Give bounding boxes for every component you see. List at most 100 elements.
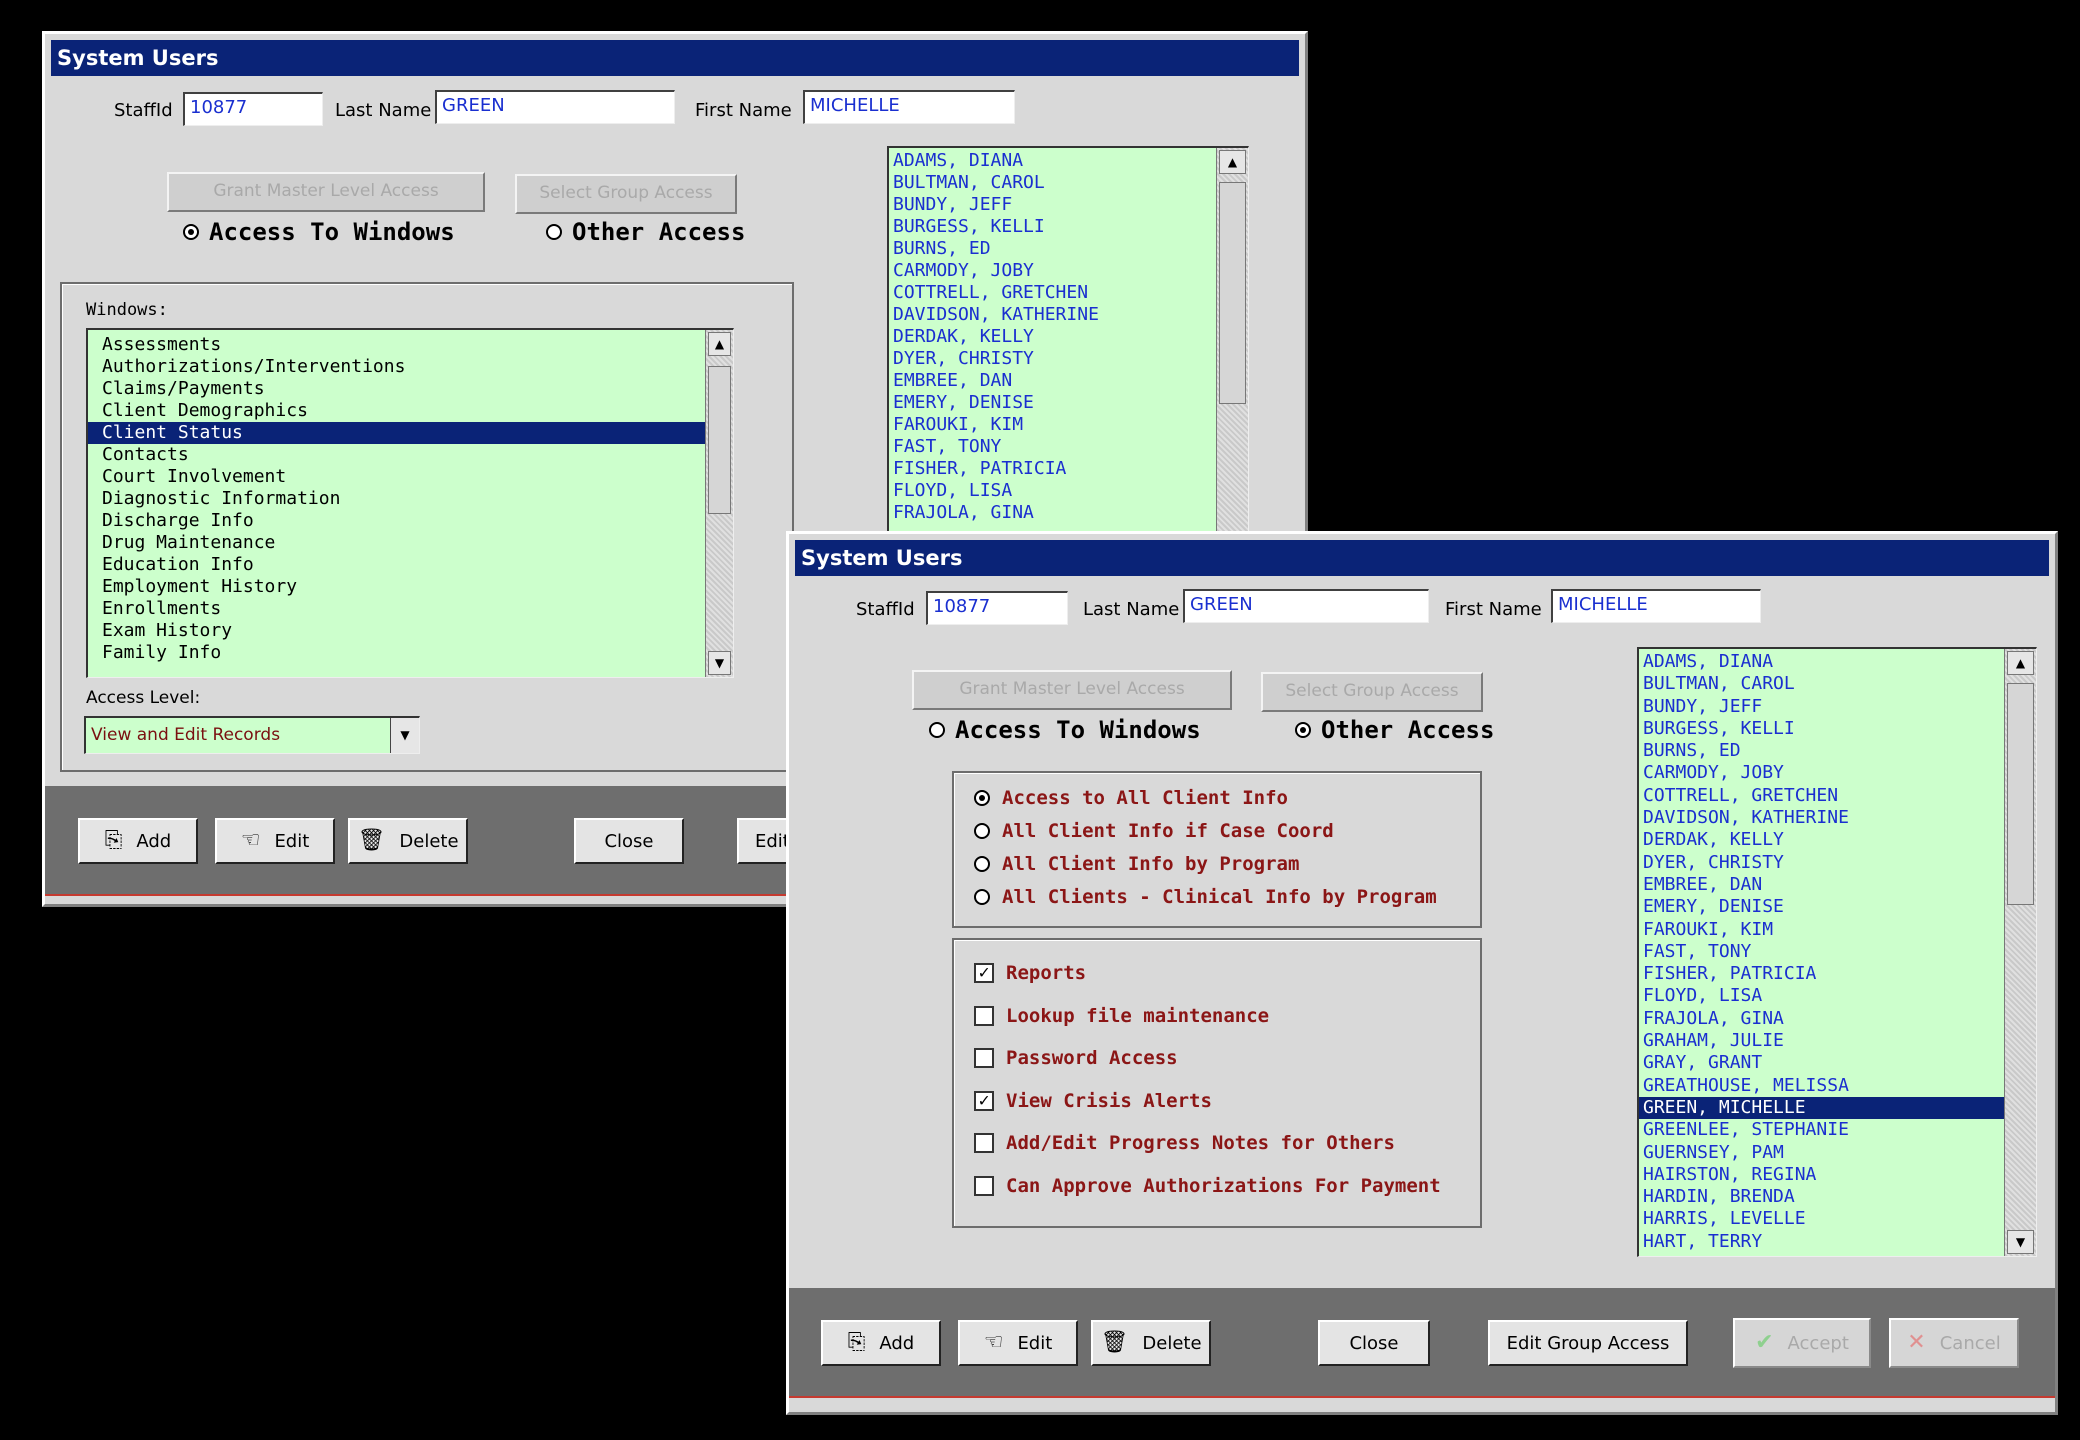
windows-list-item[interactable]: Discharge Info [88, 510, 705, 532]
user-list-item[interactable]: BULTMAN, CAROL [889, 172, 1216, 194]
checkbox-empty-icon[interactable] [974, 1048, 994, 1068]
user-list-item[interactable]: COTTRELL, GRETCHEN [889, 282, 1216, 304]
windows-list-item[interactable]: Client Status [88, 422, 705, 444]
access-level-select[interactable]: View and Edit Records ▼ [84, 716, 420, 754]
windows-list-item[interactable]: Education Info [88, 554, 705, 576]
user-list-item[interactable]: EMERY, DENISE [889, 392, 1216, 414]
users-list-scrollbar[interactable]: ▲ ▼ [2004, 649, 2036, 1256]
user-list-item[interactable]: FISHER, PATRICIA [889, 458, 1216, 480]
delete-button[interactable]: 🗑 Delete [1091, 1320, 1211, 1366]
windows-list-item[interactable]: Client Demographics [88, 400, 705, 422]
user-list-item[interactable]: GREENLEE, STEPHANIE [1639, 1119, 2004, 1141]
user-list-item[interactable]: FAROUKI, KIM [1639, 919, 2004, 941]
permission-checkbox[interactable]: ✓ View Crisis Alerts [974, 1090, 1212, 1112]
user-list-item[interactable]: DAVIDSON, KATHERINE [889, 304, 1216, 326]
user-list-item[interactable]: GREATHOUSE, MELISSA [1639, 1075, 2004, 1097]
user-list-item[interactable]: ADAMS, DIANA [1639, 651, 2004, 673]
user-list-item[interactable]: BUNDY, JEFF [1639, 696, 2004, 718]
windows-list-item[interactable]: Claims/Payments [88, 378, 705, 400]
user-list-item[interactable]: FLOYD, LISA [889, 480, 1216, 502]
user-list-item[interactable]: FAROUKI, KIM [889, 414, 1216, 436]
permission-checkbox[interactable]: Can Approve Authorizations For Payment [974, 1175, 1441, 1197]
checkbox-checked-icon[interactable]: ✓ [974, 1090, 994, 1111]
user-list-item[interactable]: HART, TERRY [1639, 1231, 2004, 1253]
radio-access-to-windows[interactable]: Access To Windows [183, 218, 455, 246]
user-list-item[interactable]: EMERY, DENISE [1639, 896, 2004, 918]
user-list-item[interactable]: CARMODY, JOBY [889, 260, 1216, 282]
user-list-item[interactable]: DYER, CHRISTY [889, 348, 1216, 370]
accept-button[interactable]: ✔ Accept [1733, 1318, 1871, 1368]
user-list-item[interactable]: GREEN, MICHELLE [1639, 1096, 2004, 1120]
grant-master-access-button[interactable]: Grant Master Level Access [912, 670, 1232, 710]
user-list-item[interactable]: BURGESS, KELLI [1639, 718, 2004, 740]
client-info-radio[interactable]: All Client Info by Program [974, 853, 1299, 875]
client-info-radio[interactable]: All Client Info if Case Coord [974, 820, 1334, 842]
add-button[interactable]: ⎘ Add [78, 818, 198, 864]
windows-list-item[interactable]: Authorizations/Interventions [88, 356, 705, 378]
checkbox-empty-icon[interactable] [974, 1133, 994, 1153]
user-list-item[interactable]: DERDAK, KELLY [1639, 829, 2004, 851]
windows-list[interactable]: Assessments Authorizations/Interventions C… [86, 328, 734, 678]
scroll-up-icon[interactable]: ▲ [708, 332, 731, 356]
user-list-item[interactable]: GUERNSEY, PAM [1639, 1142, 2004, 1164]
user-list-item[interactable]: BULTMAN, CAROL [1639, 673, 2004, 695]
user-list-item[interactable]: COTTRELL, GRETCHEN [1639, 785, 2004, 807]
delete-button[interactable]: 🗑 Delete [348, 818, 468, 864]
windows-list-item[interactable]: Assessments [88, 334, 705, 356]
user-list-item[interactable]: CARMODY, JOBY [1639, 762, 2004, 784]
radio-other-access[interactable]: Other Access [546, 218, 745, 246]
select-group-access-button[interactable]: Select Group Access [1261, 672, 1483, 712]
user-list-item[interactable]: FRAJOLA, GINA [1639, 1008, 2004, 1030]
edit-button[interactable]: ☜ Edit [958, 1320, 1078, 1366]
user-list-item[interactable]: DERDAK, KELLY [889, 326, 1216, 348]
client-info-radio[interactable]: All Clients - Clinical Info by Program [974, 886, 1437, 908]
edit-button[interactable]: ☜ Edit [215, 818, 335, 864]
user-list-item[interactable]: FAST, TONY [889, 436, 1216, 458]
scroll-thumb[interactable] [1219, 182, 1246, 404]
scroll-thumb[interactable] [708, 366, 731, 514]
user-list-item[interactable]: GRAY, GRANT [1639, 1052, 2004, 1074]
edit-group-access-button[interactable]: Edit Group Access [1488, 1320, 1688, 1366]
close-button[interactable]: Close [1318, 1320, 1430, 1366]
user-list-item[interactable]: HARDIN, BRENDA [1639, 1186, 2004, 1208]
permission-checkbox[interactable]: Password Access [974, 1047, 1178, 1069]
lastname-field[interactable]: GREEN [435, 90, 675, 124]
windows-list-item[interactable]: Drug Maintenance [88, 532, 705, 554]
windows-list-item[interactable]: Enrollments [88, 598, 705, 620]
user-list-item[interactable]: FLOYD, LISA [1639, 985, 2004, 1007]
user-list-item[interactable]: EMBREE, DAN [889, 370, 1216, 392]
user-list-item[interactable]: HAIRSTON, REGINA [1639, 1164, 2004, 1186]
permission-checkbox[interactable]: Add/Edit Progress Notes for Others [974, 1132, 1395, 1154]
staffid-field[interactable]: 10877 [183, 92, 323, 126]
checkbox-empty-icon[interactable] [974, 1005, 994, 1026]
radio-access-to-windows[interactable]: Access To Windows [929, 716, 1201, 744]
permission-checkbox[interactable]: Lookup file maintenance [974, 1005, 1269, 1027]
user-list-item[interactable]: EMBREE, DAN [1639, 874, 2004, 896]
user-list-item[interactable]: HARRIS, LEVELLE [1639, 1208, 2004, 1230]
users-list[interactable]: ADAMS, DIANA BULTMAN, CAROL BUNDY, JEFF BUR… [1637, 647, 2037, 1257]
user-list-item[interactable]: FAST, TONY [1639, 941, 2004, 963]
scroll-up-icon[interactable]: ▲ [2007, 651, 2034, 675]
user-list-item[interactable]: DYER, CHRISTY [1639, 852, 2004, 874]
user-list-item[interactable]: BURNS, ED [1639, 740, 2004, 762]
scroll-down-icon[interactable]: ▼ [708, 651, 731, 675]
add-button[interactable]: ⎘ Add [821, 1320, 941, 1366]
users-list[interactable]: ADAMS, DIANA BULTMAN, CAROL BUNDY, JEFF BUR… [887, 146, 1249, 566]
checkbox-checked-icon[interactable]: ✓ [974, 963, 994, 983]
grant-master-access-button[interactable]: Grant Master Level Access [167, 172, 485, 212]
firstname-field[interactable]: MICHELLE [1551, 589, 1761, 623]
user-list-item[interactable]: FRAJOLA, GINA [889, 502, 1216, 524]
select-group-access-button[interactable]: Select Group Access [515, 174, 737, 214]
user-list-item[interactable]: ADAMS, DIANA [889, 150, 1216, 172]
checkbox-empty-icon[interactable] [974, 1175, 994, 1196]
windows-list-item[interactable]: Court Involvement [88, 466, 705, 488]
close-button[interactable]: Close [574, 818, 684, 864]
user-list-item[interactable]: GRAHAM, JULIE [1639, 1030, 2004, 1052]
windows-list-item[interactable]: Family Info [88, 642, 705, 664]
windows-list-item[interactable]: Diagnostic Information [88, 488, 705, 510]
scroll-up-icon[interactable]: ▲ [1219, 150, 1246, 174]
windows-list-item[interactable]: Employment History [88, 576, 705, 598]
user-list-item[interactable]: DAVIDSON, KATHERINE [1639, 807, 2004, 829]
cancel-button[interactable]: ✕ Cancel [1889, 1318, 2019, 1368]
windows-list-item[interactable]: Exam History [88, 620, 705, 642]
